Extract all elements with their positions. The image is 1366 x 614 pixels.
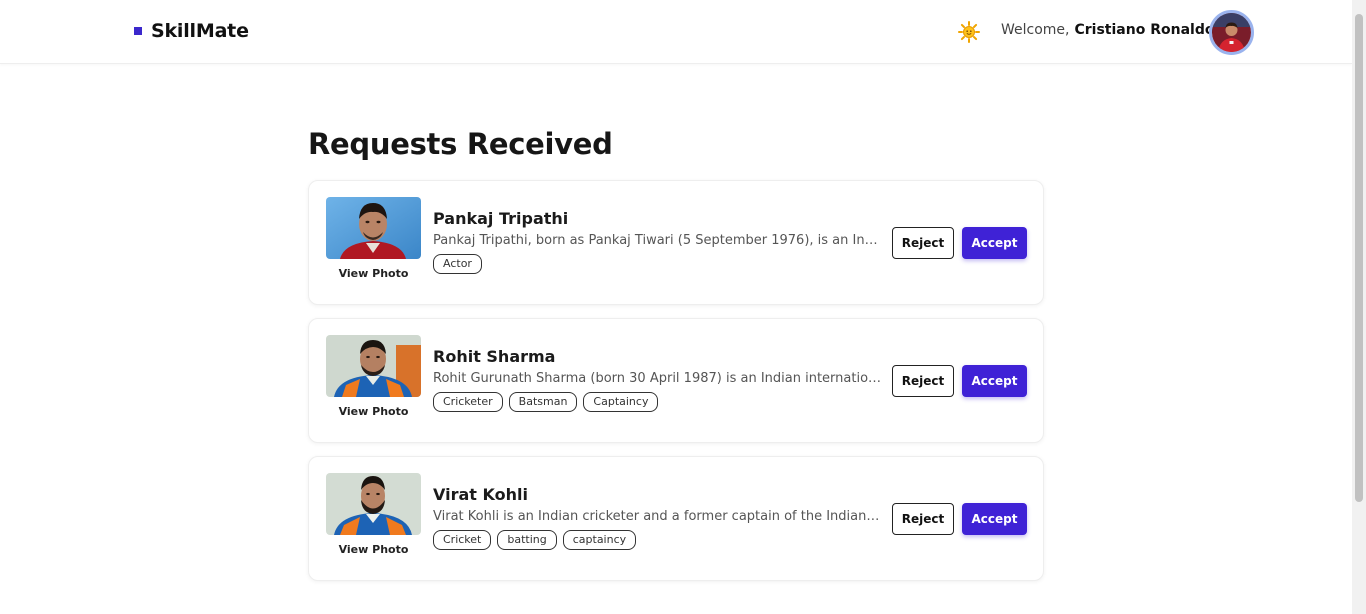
- view-photo-link[interactable]: View Photo: [326, 267, 421, 280]
- view-photo-link[interactable]: View Photo: [326, 543, 421, 556]
- request-info: Pankaj Tripathi Pankaj Tripathi, born as…: [433, 208, 883, 274]
- person-photo-image: [326, 473, 421, 535]
- scrollbar-thumb[interactable]: [1355, 14, 1363, 502]
- requester-bio: Rohit Gurunath Sharma (born 30 April 198…: [433, 371, 883, 386]
- sun-icon: [958, 21, 980, 43]
- skill-tag: captaincy: [562, 530, 637, 550]
- top-navbar: SkillMate Welcome, Cristiano Ronaldo: [0, 0, 1352, 64]
- brand-square-icon: [134, 27, 142, 35]
- reject-button[interactable]: Reject: [892, 227, 954, 259]
- skill-tag: Actor: [433, 254, 482, 274]
- skill-tag: Cricket: [433, 530, 492, 550]
- request-card: View Photo Pankaj Tripathi Pankaj Tripat…: [308, 180, 1044, 305]
- photo-block: View Photo: [326, 473, 421, 556]
- skill-tags: Actor: [433, 254, 883, 274]
- profile-photo[interactable]: [326, 473, 421, 535]
- request-card: View Photo Virat Kohli Virat Kohli is an…: [308, 456, 1044, 581]
- requester-name: Rohit Sharma: [433, 347, 556, 366]
- reject-button[interactable]: Reject: [892, 365, 954, 397]
- avatar-image: [1212, 13, 1251, 52]
- brand-name: SkillMate: [151, 20, 249, 42]
- requester-name: Virat Kohli: [433, 485, 528, 504]
- skill-tags: Cricketer Batsman Captaincy: [433, 392, 883, 412]
- user-avatar[interactable]: [1209, 10, 1254, 55]
- requester-bio: Virat Kohli is an Indian cricketer and a…: [433, 509, 883, 524]
- profile-photo[interactable]: [326, 335, 421, 397]
- page-scrollbar[interactable]: [1352, 0, 1366, 614]
- accept-button[interactable]: Accept: [962, 365, 1027, 397]
- photo-block: View Photo: [326, 197, 421, 280]
- skill-tag: Batsman: [508, 392, 578, 412]
- request-actions: Reject Accept: [892, 503, 1027, 535]
- skill-tag: Captaincy: [583, 392, 659, 412]
- photo-block: View Photo: [326, 335, 421, 418]
- request-info: Rohit Sharma Rohit Gurunath Sharma (born…: [433, 346, 883, 412]
- profile-photo[interactable]: [326, 197, 421, 259]
- skill-tag: Cricketer: [433, 392, 503, 412]
- skill-tags: Cricket batting captaincy: [433, 530, 883, 550]
- theme-toggle-button[interactable]: [957, 20, 981, 44]
- accept-button[interactable]: Accept: [962, 227, 1027, 259]
- reject-button[interactable]: Reject: [892, 503, 954, 535]
- view-photo-link[interactable]: View Photo: [326, 405, 421, 418]
- request-info: Virat Kohli Virat Kohli is an Indian cri…: [433, 484, 883, 550]
- requester-name: Pankaj Tripathi: [433, 209, 569, 228]
- welcome-message: Welcome, Cristiano Ronaldo: [1001, 22, 1231, 38]
- person-photo-image: [326, 197, 421, 259]
- user-name: Cristiano Ronaldo: [1074, 22, 1215, 38]
- request-actions: Reject Accept: [892, 227, 1027, 259]
- skill-tag: batting: [497, 530, 557, 550]
- person-photo-image: [326, 335, 421, 397]
- request-card: View Photo Rohit Sharma Rohit Gurunath S…: [308, 318, 1044, 443]
- welcome-prefix: Welcome,: [1001, 22, 1070, 38]
- brand-logo[interactable]: SkillMate: [134, 20, 249, 42]
- accept-button[interactable]: Accept: [962, 503, 1027, 535]
- requester-bio: Pankaj Tripathi, born as Pankaj Tiwari (…: [433, 233, 883, 248]
- page-title: Requests Received: [308, 127, 613, 161]
- request-actions: Reject Accept: [892, 365, 1027, 397]
